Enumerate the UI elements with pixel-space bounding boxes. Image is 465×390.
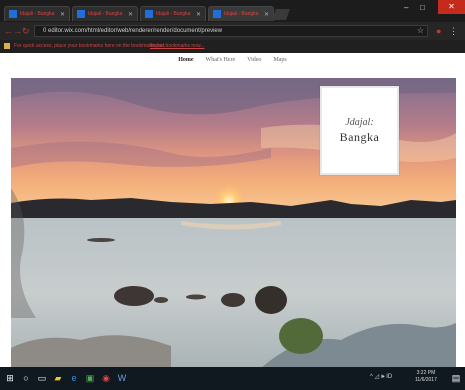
browser-toolbar: ← → ↻ 0 editor.wix.com/html/editor/web/r…	[0, 22, 465, 40]
word-icon[interactable]: W	[116, 372, 128, 384]
tab-title: Idajali - Bangka	[224, 11, 259, 17]
brand-card: Jdajal: Bangka	[320, 86, 399, 175]
system-clock[interactable]: 3:22 PM 11/6/2017	[415, 370, 437, 384]
forward-arrow-icon[interactable]: →	[13, 26, 22, 36]
site-nav: Home What's Here Video Maps	[0, 57, 465, 73]
nav-maps[interactable]: Maps	[273, 57, 286, 73]
new-tab-button[interactable]	[271, 9, 291, 20]
import-bookmarks-link[interactable]: Import bookmarks now...	[150, 43, 204, 49]
address-bar[interactable]: 0 editor.wix.com/html/editor/web/rendere…	[34, 25, 428, 37]
favicon-icon	[145, 10, 153, 18]
back-arrow-icon[interactable]: ←	[4, 26, 13, 36]
reload-icon[interactable]: ↻	[22, 26, 30, 36]
menu-icon[interactable]: ⋮	[449, 26, 458, 37]
tab-title: Idajali - Bangka	[20, 11, 55, 17]
favicon-icon	[77, 10, 85, 18]
close-tab-icon[interactable]: ✕	[60, 11, 65, 18]
tab-title: Idajali - Bangka	[88, 11, 123, 17]
clock-time: 3:22 PM	[416, 370, 436, 376]
task-view-icon[interactable]: ▭	[36, 372, 48, 384]
nav-video[interactable]: Video	[247, 57, 261, 73]
brand-prefix: Jdajal:	[345, 116, 374, 128]
clock-date: 11/6/2017	[415, 377, 437, 383]
tab-title: Idajali - Bangka	[156, 11, 191, 17]
store-icon[interactable]: ▣	[84, 372, 96, 384]
browser-tab-strip: Idajali - Bangka ✕ Idajali - Bangka ✕ Id…	[0, 0, 465, 22]
file-explorer-icon[interactable]: ▰	[52, 372, 64, 384]
cortana-circle-icon[interactable]: ○	[20, 372, 32, 384]
maximize-button[interactable]: □	[420, 3, 425, 12]
browser-tab-4-active[interactable]: Idajali - Bangka ✕	[208, 6, 274, 21]
bookmark-star-icon[interactable]: ☆	[417, 26, 424, 35]
bookmarks-hint: For quick access, place your bookmarks h…	[14, 43, 166, 49]
address-url: 0 editor.wix.com/html/editor/web/rendere…	[43, 28, 223, 34]
browser-tab-1[interactable]: Idajali - Bangka ✕	[4, 6, 70, 21]
chrome-icon[interactable]: ◉	[100, 372, 112, 384]
brand-name: Bangka	[339, 129, 380, 144]
system-tray[interactable]: ^ ◿ 🕪 ID	[370, 373, 392, 381]
windows-taskbar: ⊞ ○ ▭ ▰ e ▣ ◉ W ^ ◿ 🕪 ID 3:22 PM 11/6/20…	[0, 367, 465, 390]
hero-image: Jdajal: Bangka	[11, 78, 456, 368]
apps-icon[interactable]	[4, 43, 10, 49]
minimize-button[interactable]: –	[404, 3, 408, 12]
web-page: Home What's Here Video Maps Jdajal: Bang…	[0, 53, 465, 368]
close-tab-icon[interactable]: ✕	[264, 11, 269, 18]
close-tab-icon[interactable]: ✕	[196, 11, 201, 18]
extension-icon[interactable]: ●	[436, 26, 441, 36]
close-window-button[interactable]: ✕	[438, 0, 465, 14]
edge-browser-icon[interactable]: e	[68, 372, 80, 384]
close-tab-icon[interactable]: ✕	[128, 11, 133, 18]
favicon-icon	[213, 10, 221, 18]
notification-icon[interactable]: ▤	[450, 372, 462, 384]
browser-tab-3[interactable]: Idajali - Bangka ✕	[140, 6, 206, 21]
nav-home[interactable]: Home	[178, 57, 193, 73]
browser-tab-2[interactable]: Idajali - Bangka ✕	[72, 6, 138, 21]
start-windows-icon[interactable]: ⊞	[4, 372, 16, 384]
nav-whats-here[interactable]: What's Here	[206, 57, 236, 73]
favicon-icon	[9, 10, 17, 18]
bookmarks-bar: For quick access, place your bookmarks h…	[0, 40, 465, 53]
